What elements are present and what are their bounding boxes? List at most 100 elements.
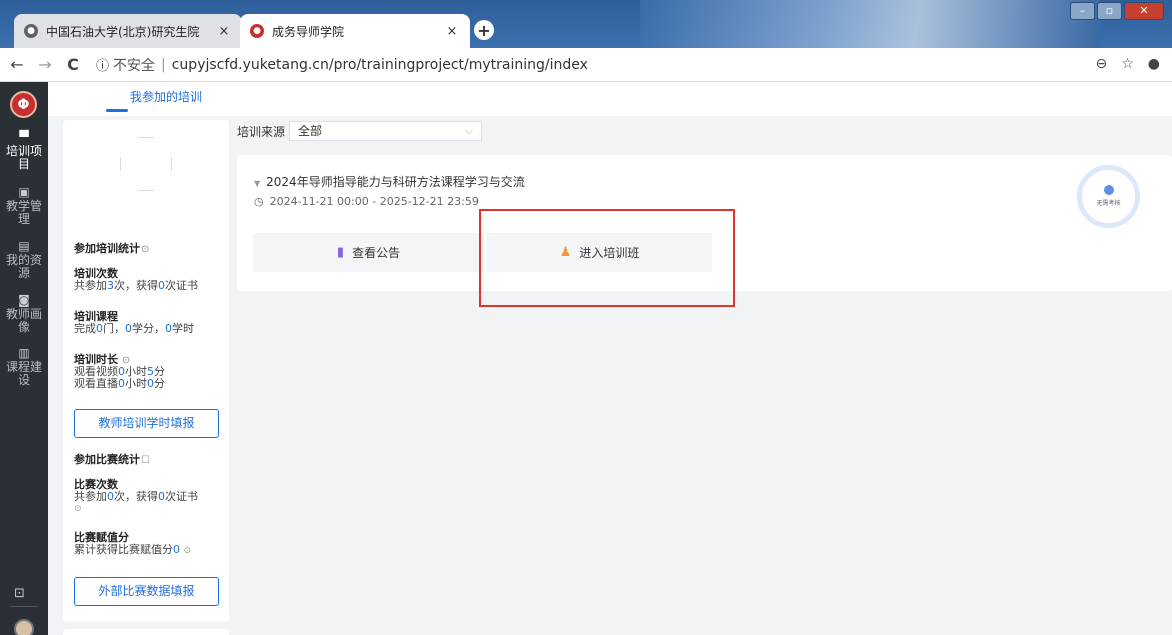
text-segment: 小时 — [125, 377, 147, 390]
university-logo-icon[interactable]: Φ — [10, 91, 37, 118]
app-sidebar: Φ ▀ 培训项目 ▣ 教学管理 ▤ 我的资源 ◙ 教师画像 ▥ 课程建设 ⊡ — [0, 82, 48, 635]
filter-label: 培训来源 — [237, 124, 286, 139]
tab-close-icon[interactable]: × — [444, 24, 460, 39]
browser-tab-graduate-school[interactable]: ● 中国石油大学(北京)研究生院 × — [14, 14, 242, 48]
tab-close-icon[interactable]: × — [216, 24, 232, 39]
text-segment: 学时 — [172, 322, 194, 335]
window-close-button[interactable]: ✕ — [1124, 2, 1164, 20]
view-notice-button[interactable]: ▮ 查看公告 — [253, 233, 484, 272]
text-segment: 完成 — [74, 322, 96, 335]
contest-stats-label: 参加比赛统计 — [74, 453, 140, 466]
chevron-down-icon: ⌵ — [464, 124, 474, 137]
caret-down-icon: ▼ — [254, 179, 261, 188]
info-icon[interactable]: ⓘ — [96, 55, 109, 74]
select-value: 全部 — [298, 124, 323, 138]
training-stats-title: 参加培训统计⊙ — [74, 240, 149, 256]
view-notice-label: 查看公告 — [352, 246, 401, 260]
browser-tab-mentor-academy[interactable]: ● 成务导师学院 × — [240, 14, 470, 48]
sidebar-item-course-building[interactable]: ▥ 课程建设 — [0, 346, 48, 387]
sidebar-item-my-resources[interactable]: ▤ 我的资源 — [0, 239, 48, 280]
browser-tab-strip: ● 中国石油大学(北京)研究生院 × ● 成务导师学院 × + – ▫ ✕ — [0, 0, 1172, 48]
minimize-button[interactable]: – — [1070, 2, 1095, 20]
assessment-status-label: 无需考核 — [1096, 200, 1121, 207]
user-avatar[interactable] — [14, 619, 34, 635]
info-icon[interactable]: ⊙ — [184, 546, 192, 556]
maximize-button[interactable]: ▫ — [1097, 2, 1122, 20]
text-segment: 门， — [103, 322, 125, 335]
site-logo-icon: ● — [250, 24, 264, 38]
contest-certificate-value: 0 — [158, 490, 165, 503]
sidebar-item-teacher-profile[interactable]: ◙ 教师画像 — [0, 293, 48, 334]
text-segment: 次证书 — [165, 490, 198, 503]
training-count-text: 共参加3次，获得0次证书 — [74, 280, 198, 292]
training-course-text: 完成0门，0学分，0学时 — [74, 323, 194, 335]
text-segment: 次，获得 — [114, 279, 158, 292]
reload-icon[interactable]: C — [62, 55, 84, 74]
back-arrow-icon[interactable]: ← — [6, 55, 28, 74]
info-icon[interactable]: ⊙ — [74, 503, 82, 515]
url-field[interactable]: ⓘ 不安全 | cupyjscfd.yuketang.cn/pro/traini… — [96, 55, 588, 75]
annotation-highlight-box — [479, 209, 735, 307]
sidebar-item-label: 我的资源 — [6, 253, 43, 280]
training-title-text: 2024年导师指导能力与科研方法课程学习与交流 — [266, 175, 525, 189]
text-segment: 分 — [154, 377, 165, 390]
training-title[interactable]: ▼ 2024年导师指导能力与科研方法课程学习与交流 — [254, 173, 525, 190]
external-link-icon[interactable]: ☐ — [141, 455, 150, 466]
url-text: cupyjscfd.yuketang.cn/pro/trainingprojec… — [171, 56, 588, 73]
account-icon[interactable]: ● — [1148, 56, 1160, 72]
training-count-value: 3 — [107, 279, 114, 292]
training-period-text: 2024-11-21 00:00 - 2025-12-21 23:59 — [269, 195, 479, 208]
training-stats-label: 参加培训统计 — [74, 242, 140, 255]
address-bar: ← → C ⓘ 不安全 | cupyjscfd.yuketang.cn/pro/… — [0, 48, 1172, 82]
hours-value: 0 — [165, 322, 172, 335]
text-segment: 共参加 — [74, 279, 107, 292]
live-hours-value: 0 — [118, 377, 125, 390]
window-controls: – ▫ ✕ — [1070, 2, 1164, 20]
globe-icon: ● — [24, 24, 38, 38]
certificate-count-value: 0 — [158, 279, 165, 292]
text-segment: 次，获得 — [114, 490, 158, 503]
stats-panel-secondary — [63, 629, 229, 635]
sidebar-item-label: 教师画像 — [6, 307, 43, 334]
address-actions: ⊖ ☆ ● — [1095, 56, 1160, 72]
sidebar-divider — [10, 606, 38, 607]
tab-strip-background — [640, 0, 1100, 48]
sidebar-item-training-projects[interactable]: ▀ 培训项目 — [0, 130, 48, 171]
url-separator: | — [161, 56, 166, 73]
active-tab-indicator — [106, 109, 128, 112]
download-icon[interactable]: ⊡ — [14, 586, 25, 601]
contest-count-text: 共参加0次，获得0次证书 — [74, 491, 198, 503]
stats-panel: 参加培训统计⊙ 培训次数 共参加3次，获得0次证书 培训课程 完成0门，0学分，… — [63, 120, 229, 622]
contest-score-text: 累计获得比赛赋值分0 ⊙ — [74, 544, 191, 557]
zoom-icon[interactable]: ⊖ — [1095, 56, 1107, 72]
external-contest-data-button[interactable]: 外部比赛数据填报 — [74, 577, 219, 606]
clock-icon: ◷ — [254, 195, 264, 208]
sidebar-item-label: 培训项目 — [6, 144, 43, 171]
training-source-select[interactable]: 全部 ⌵ — [289, 121, 483, 141]
forward-arrow-icon[interactable]: → — [34, 55, 56, 74]
text-segment: 累计获得比赛赋值分 — [74, 543, 173, 556]
security-label: 不安全 — [113, 57, 156, 74]
info-icon[interactable]: ⊙ — [141, 244, 149, 255]
live-duration-text: 观看直播0小时0分 — [74, 378, 165, 390]
course-count-value: 0 — [96, 322, 103, 335]
text-segment: 观看直播 — [74, 377, 118, 390]
new-tab-button[interactable]: + — [474, 20, 494, 40]
contest-count-value: 0 — [107, 490, 114, 503]
status-dot-icon — [1103, 185, 1114, 195]
text-segment: 次证书 — [165, 279, 198, 292]
training-source-filter: 培训来源 全部 ⌵ — [237, 121, 483, 141]
teaching-icon: ▣ — [18, 185, 30, 199]
book-icon: ▥ — [18, 346, 30, 360]
sidebar-item-label: 教学管理 — [6, 199, 43, 226]
tab-my-trainings[interactable]: 我参加的培训 — [130, 88, 202, 105]
text-segment: 学分， — [132, 322, 165, 335]
document-icon: ▮ — [336, 245, 345, 260]
sidebar-item-label: 课程建设 — [6, 360, 43, 387]
teacher-training-hours-button[interactable]: 教师培训学时填报 — [74, 409, 219, 438]
star-icon[interactable]: ☆ — [1121, 56, 1134, 72]
credit-value: 0 — [125, 322, 132, 335]
tab-label: 中国石油大学(北京)研究生院 — [46, 24, 200, 39]
contest-score-value: 0 — [173, 543, 180, 556]
sidebar-item-teaching-management[interactable]: ▣ 教学管理 — [0, 185, 48, 226]
